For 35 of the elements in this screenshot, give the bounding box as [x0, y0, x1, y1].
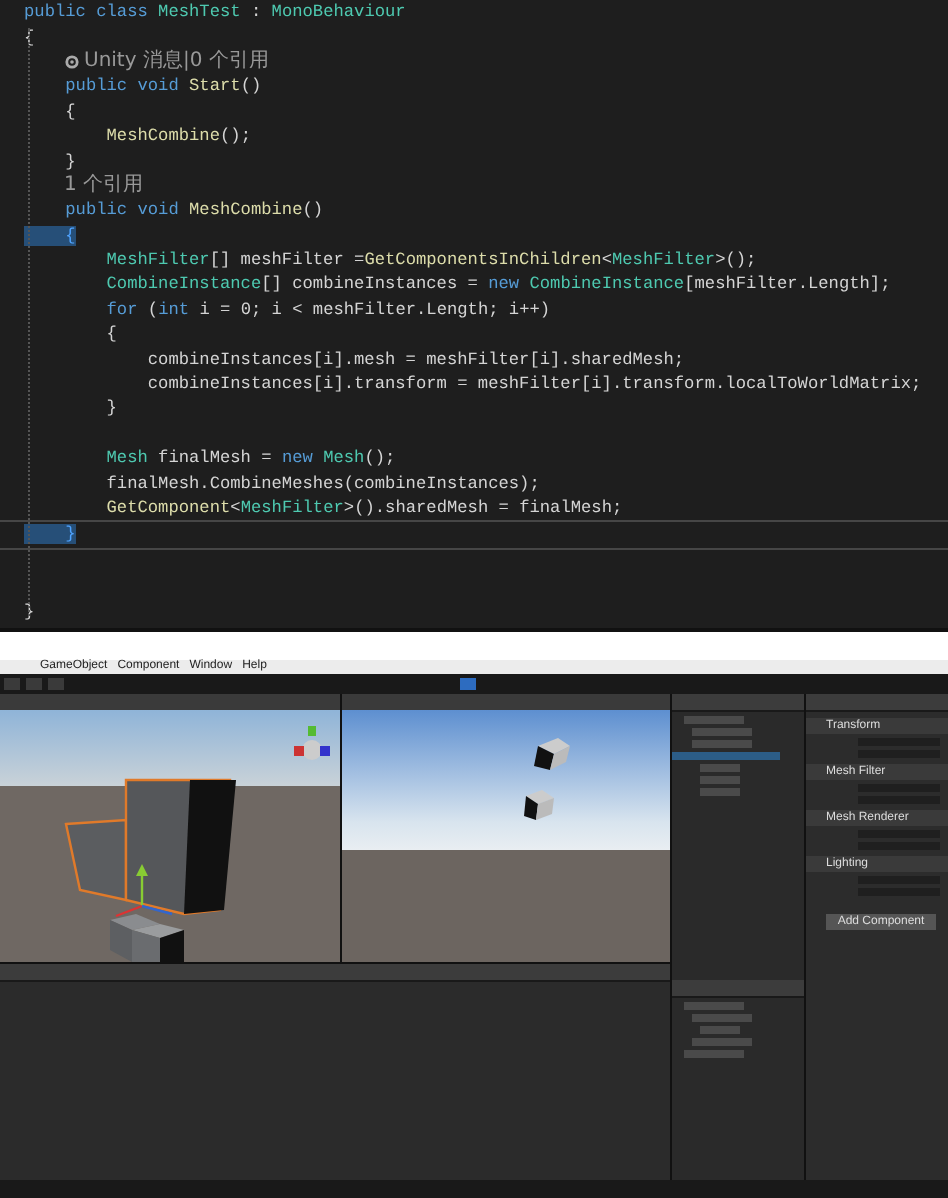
tree-item[interactable] — [700, 764, 740, 772]
tree-item[interactable] — [684, 716, 744, 724]
code-line: } — [63, 151, 76, 172]
code-line: public class MeshTest : MonoBehaviour — [24, 2, 406, 23]
tree-item[interactable] — [692, 740, 752, 748]
code-line: public void MeshCombine() — [63, 200, 324, 221]
tree-item[interactable] — [700, 1026, 740, 1034]
tree-item[interactable] — [672, 752, 780, 760]
code-line: combineInstances[i].transform = meshFilter[i].transform.localToWorldMatrix; — [145, 374, 922, 395]
code-line: finalMesh.CombineMeshes(combineInstances); — [104, 473, 540, 494]
tree-item[interactable] — [692, 1014, 752, 1022]
gear-icon — [64, 53, 80, 70]
tree-item[interactable] — [692, 1038, 752, 1046]
tree-item[interactable] — [700, 776, 740, 784]
orientation-gizmo-icon — [294, 726, 330, 760]
tree-item[interactable] — [684, 1002, 744, 1010]
code-line: Mesh finalMesh = new Mesh(); — [104, 448, 396, 469]
code-line: for (int i = 0; i < meshFilter.Length; i++) — [104, 299, 551, 320]
code-line: CombineInstance[] combineInstances = new CombineInstance[meshFilter.Length]; — [104, 274, 891, 295]
reference-count-hint[interactable]: Unity 消息|0 个引用 — [84, 51, 269, 72]
cubes-drawing — [524, 738, 570, 820]
code-line: { — [63, 101, 76, 122]
tree-item[interactable] — [684, 1050, 744, 1058]
code-line: combineInstances[i].mesh = meshFilter[i].sharedMesh; — [145, 349, 685, 370]
code-line: MeshFilter[] meshFilter =GetComponentsInChildren<MeshFilter>(); — [104, 250, 757, 271]
reference-count-hint[interactable]: 1 个引用 — [64, 175, 144, 196]
code-line: } — [104, 398, 117, 419]
play-button[interactable] — [460, 678, 476, 690]
code-line: public void Start() — [63, 76, 262, 97]
code-line: { — [104, 324, 117, 345]
move-gizmo-icon — [115, 864, 173, 918]
code-line: GetComponent<MeshFilter>().sharedMesh = finalMesh; — [104, 498, 623, 518]
code-line: MeshCombine(); — [104, 126, 251, 147]
tree-item[interactable] — [700, 788, 740, 796]
tree-item[interactable] — [692, 728, 752, 736]
